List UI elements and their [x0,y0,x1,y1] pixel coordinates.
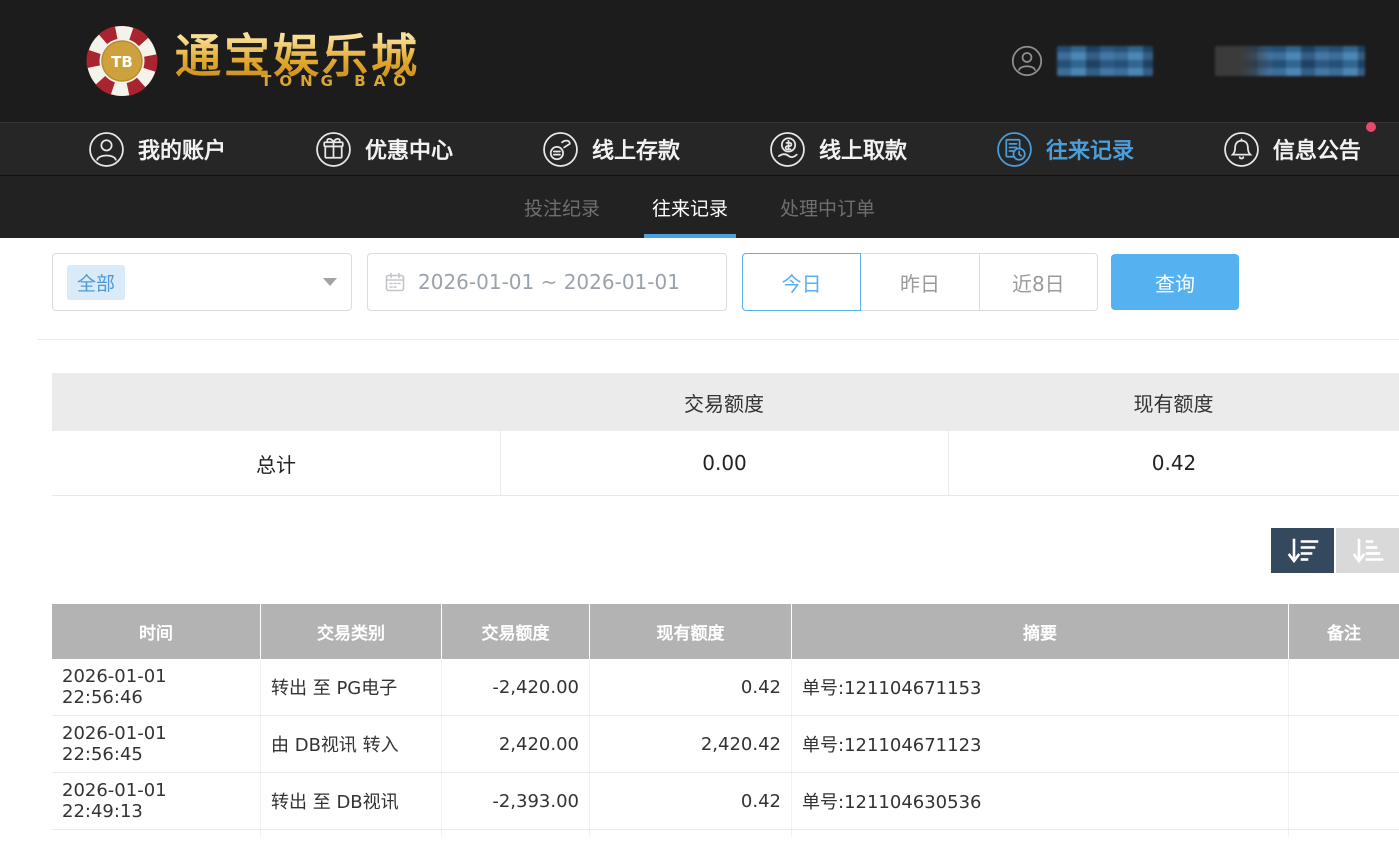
col-header-type: 交易类别 [260,604,441,659]
nav-item-announcements[interactable]: 信息公告 [1223,131,1361,168]
table-row: 2026-01-01 22:49:13 转出 至 DB视讯 -2,393.00 … [52,773,1399,830]
brand-logo[interactable]: TB 通宝娱乐城 TONG BAO [85,24,420,98]
username-group[interactable] [1011,45,1153,77]
quick-range-group: 今日 昨日 近8日 [742,253,1098,311]
nav-label: 优惠中心 [365,133,453,165]
withdraw-icon [769,131,806,168]
nav-item-promotions[interactable]: 优惠中心 [315,131,453,168]
summary-header-balance: 现有额度 [948,373,1399,431]
date-range-value: 2026-01-01 ~ 2026-01-01 [418,270,680,294]
tab-betting-records[interactable]: 投注纪录 [521,176,603,238]
cell-balance: 0.42 [589,659,791,715]
records-subnav: 投注纪录 往来记录 处理中订单 [0,175,1399,238]
gift-icon [315,131,352,168]
cell-type: 转出 至 DB视讯 [260,773,441,829]
cell-summary: 单号:121104671153 [791,659,1288,715]
notification-dot [1366,122,1376,132]
censored-username [1057,46,1153,76]
col-header-remark: 备注 [1288,604,1399,659]
nav-item-deposit[interactable]: 线上存款 [542,131,680,168]
top-header: TB 通宝娱乐城 TONG BAO [0,0,1399,122]
svg-text:TB: TB [111,53,133,71]
sort-controls [0,528,1399,573]
deposit-icon [542,131,579,168]
summary-transaction-amount: 0.00 [500,431,948,495]
category-select-value: 全部 [67,265,125,300]
nav-item-withdraw[interactable]: 线上取款 [769,131,907,168]
cell-remark [1288,716,1399,772]
tab-processing-orders[interactable]: 处理中订单 [777,176,878,238]
table-header-row: 时间 交易类别 交易额度 现有额度 摘要 备注 [52,604,1399,659]
caret-down-icon [323,278,337,286]
quick-range-last8days-button[interactable]: 近8日 [979,253,1098,311]
col-header-balance: 现有额度 [589,604,791,659]
cell-time: 2026-01-01 22:56:45 [52,716,260,772]
cell-type: 由 DB视讯 转入 [260,716,441,772]
main-navbar: 我的账户 优惠中心 线上存款 线上取款 [0,122,1399,175]
account-icon [88,131,125,168]
nav-label: 线上存款 [592,133,680,165]
cell-time: 2026-01-01 22:56:46 [52,659,260,715]
cell-time: 2026-01-01 22:49:13 [52,773,260,829]
tab-transaction-records[interactable]: 往来记录 [649,176,731,238]
section-divider [37,339,1399,340]
bell-icon [1223,131,1260,168]
summary-total-row: 总计 0.00 0.42 [52,431,1399,496]
quick-range-yesterday-button[interactable]: 昨日 [860,253,979,311]
summary-total-label: 总计 [52,431,500,495]
summary-header-transaction: 交易额度 [500,373,948,431]
cell-type: 转出 至 PG电子 [260,659,441,715]
cell-amount: -2,393.00 [441,773,589,829]
censored-balance [1215,46,1365,76]
filter-toolbar: 全部 2026-01-01 ~ 2026-01-01 今日 昨日 近8日 查询 [52,253,1347,311]
summary-current-balance: 0.42 [948,431,1399,495]
user-circle-icon [1011,45,1043,77]
brand-title: 通宝娱乐城 TONG BAO [175,32,420,90]
col-header-amount: 交易额度 [441,604,589,659]
nav-label: 我的账户 [138,133,226,165]
cell-remark [1288,659,1399,715]
table-row-clipped [52,830,1399,837]
transactions-table: 时间 交易类别 交易额度 现有额度 摘要 备注 2026-01-01 22:56… [52,604,1399,837]
category-select[interactable]: 全部 [52,253,352,311]
brand-title-en: TONG BAO [175,72,420,90]
transaction-records-page: TB 通宝娱乐城 TONG BAO 我的账户 [0,0,1399,843]
cell-summary: 单号:121104630536 [791,773,1288,829]
records-icon [996,131,1033,168]
col-header-summary: 摘要 [791,604,1288,659]
quick-range-today-button[interactable]: 今日 [742,253,861,311]
calendar-icon [384,271,406,293]
nav-item-my-account[interactable]: 我的账户 [88,131,226,168]
cell-balance: 0.42 [589,773,791,829]
nav-label: 信息公告 [1273,133,1361,165]
table-row: 2026-01-01 22:56:46 转出 至 PG电子 -2,420.00 … [52,659,1399,716]
cell-amount: 2,420.00 [441,716,589,772]
sort-ascending-button[interactable] [1336,528,1399,573]
col-header-time: 时间 [52,604,260,659]
sort-ascending-icon [1351,537,1385,565]
user-area [1011,45,1365,77]
cell-amount: -2,420.00 [441,659,589,715]
cell-balance: 2,420.42 [589,716,791,772]
nav-label: 往来记录 [1046,133,1134,165]
cell-summary: 单号:121104671123 [791,716,1288,772]
sort-descending-button[interactable] [1271,528,1334,573]
cell-remark [1288,773,1399,829]
nav-item-records[interactable]: 往来记录 [996,131,1134,168]
summary-header-row: 交易额度 现有额度 [52,373,1399,431]
summary-header-blank [52,373,500,431]
query-button[interactable]: 查询 [1111,254,1239,310]
nav-label: 线上取款 [819,133,907,165]
date-range-input[interactable]: 2026-01-01 ~ 2026-01-01 [367,253,727,311]
casino-chip-icon: TB [85,24,159,98]
summary-table: 交易额度 现有额度 总计 0.00 0.42 [52,373,1399,496]
table-row: 2026-01-01 22:56:45 由 DB视讯 转入 2,420.00 2… [52,716,1399,773]
sort-descending-icon [1286,537,1320,565]
